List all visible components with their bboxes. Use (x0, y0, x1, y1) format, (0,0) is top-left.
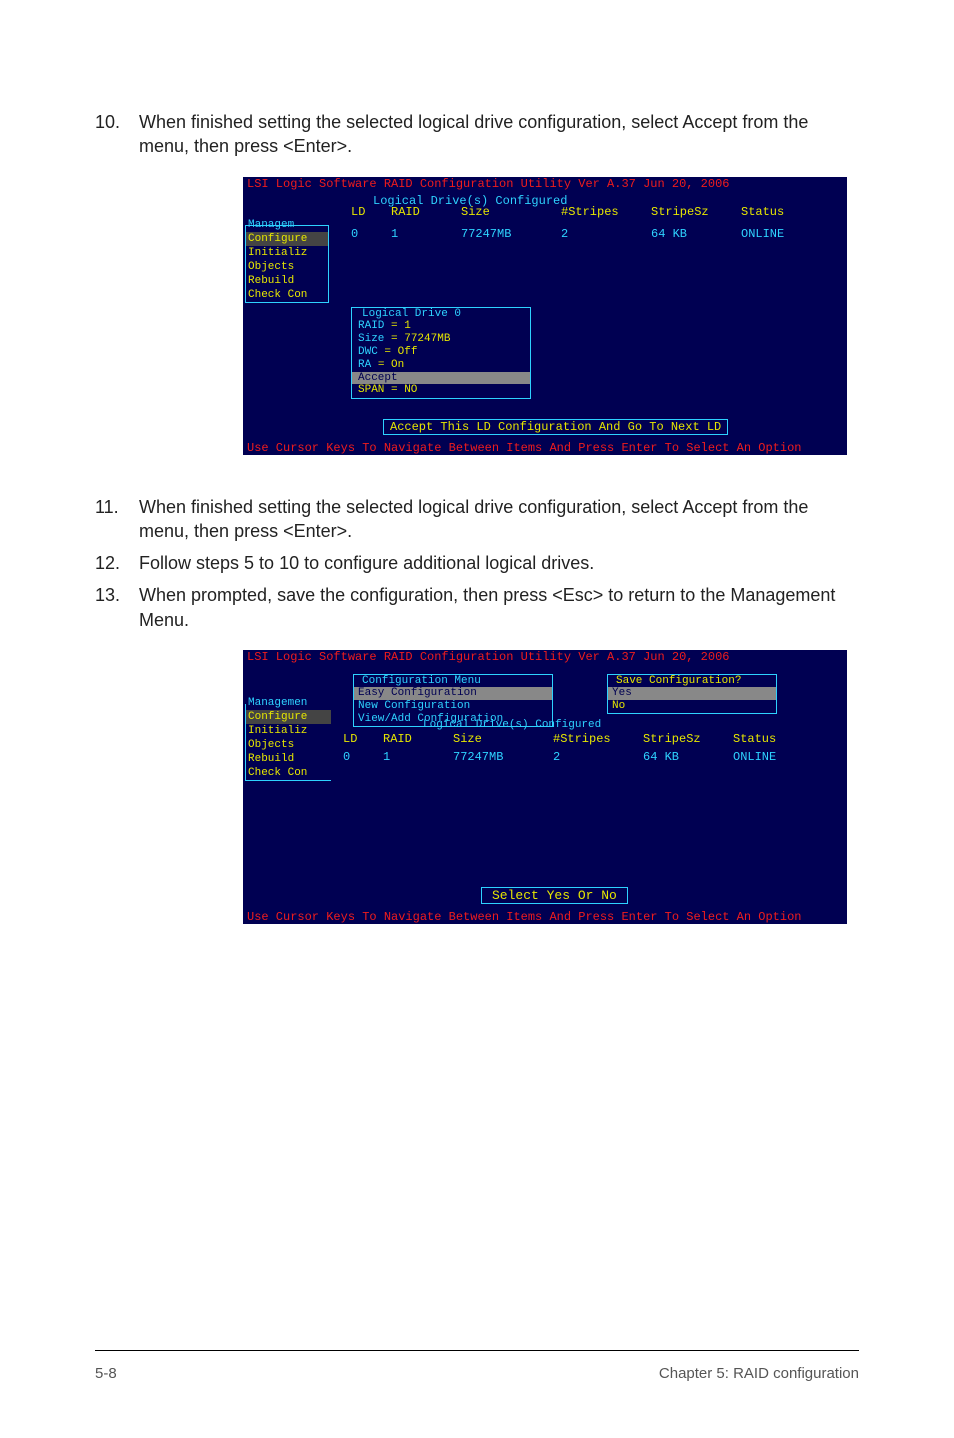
step-number: 12. (95, 551, 139, 575)
select-bar[interactable]: Select Yes Or No (481, 887, 628, 904)
side-menu-title: Managem (246, 218, 328, 232)
hdr-raid: RAID (383, 732, 453, 746)
bios-bottom-bar: Use Cursor Keys To Navigate Between Item… (243, 910, 847, 924)
cell-stripes: 2 (561, 227, 651, 241)
page-body: 10. When finished setting the selected l… (0, 0, 954, 924)
conf-new[interactable]: New Configuration (354, 700, 552, 713)
cell-stripesz: 64 KB (643, 750, 733, 764)
cell-size: 77247MB (453, 750, 553, 764)
ld-span: SPAN = NO (352, 384, 530, 396)
conf-easy[interactable]: Easy Configuration (354, 687, 552, 700)
step-13: 13. When prompted, save the configuratio… (95, 583, 859, 632)
footer-row: 5-8 Chapter 5: RAID configuration (95, 1365, 859, 1382)
menu-item-rebuild[interactable]: Rebuild (246, 752, 331, 766)
table-header: LD RAID Size #Stripes StripeSz Status (343, 732, 841, 746)
bios-title-bar: LSI Logic Software RAID Configuration Ut… (243, 177, 847, 191)
bios-screen: Logical Drive(s) Configured LD RAID Size… (243, 191, 847, 441)
ld-dwc: DWC = Off (352, 346, 530, 359)
instruction-list-2: 11. When finished setting the selected l… (95, 495, 859, 632)
bios-screenshot-1: LSI Logic Software RAID Configuration Ut… (243, 177, 847, 455)
step-11: 11. When finished setting the selected l… (95, 495, 859, 544)
table-row: 0 1 77247MB 2 64 KB ONLINE (343, 750, 841, 764)
step-text: When finished setting the selected logic… (139, 110, 859, 159)
step-12: 12. Follow steps 5 to 10 to configure ad… (95, 551, 859, 575)
menu-item-configure[interactable]: Configure (246, 710, 331, 724)
step-number: 11. (95, 495, 139, 544)
step-10: 10. When finished setting the selected l… (95, 110, 859, 159)
side-menu-title: Managemen (246, 696, 331, 710)
hdr-stripesz: StripeSz (651, 205, 741, 219)
instruction-list: 10. When finished setting the selected l… (95, 110, 859, 159)
hdr-raid: RAID (391, 205, 461, 219)
page-footer: 5-8 Chapter 5: RAID configuration (0, 1350, 954, 1382)
side-menu: Managemen Configure Initializ Objects Re… (245, 704, 331, 781)
cell-size: 77247MB (461, 227, 561, 241)
conf-menu-title: Configuration Menu (360, 675, 483, 687)
menu-item-objects[interactable]: Objects (246, 738, 331, 752)
menu-item-configure[interactable]: Configure (246, 232, 328, 246)
cell-stripes: 2 (553, 750, 643, 764)
ld-ra: RA = On (352, 359, 530, 372)
step-number: 13. (95, 583, 139, 632)
hdr-size: Size (461, 205, 561, 219)
cell-status: ONLINE (741, 227, 821, 241)
menu-item-objects[interactable]: Objects (246, 260, 328, 274)
cell-ld: 0 (343, 750, 383, 764)
cell-raid: 1 (391, 227, 461, 241)
ld-box-title: Logical Drive 0 (360, 308, 463, 320)
save-title: Save Configuration? (614, 675, 743, 687)
bios-title-bar: LSI Logic Software RAID Configuration Ut… (243, 650, 847, 664)
footer-rule (95, 1350, 859, 1351)
hdr-stripes: #Stripes (561, 205, 651, 219)
bios-screenshot-2: LSI Logic Software RAID Configuration Ut… (243, 650, 847, 924)
hdr-ld: LD (343, 732, 383, 746)
cell-raid: 1 (383, 750, 453, 764)
menu-item-initialize[interactable]: Initializ (246, 724, 331, 738)
step-number: 10. (95, 110, 139, 159)
cell-status: ONLINE (733, 750, 813, 764)
save-yes[interactable]: Yes (608, 687, 776, 700)
step-text: Follow steps 5 to 10 to configure additi… (139, 551, 859, 575)
menu-item-checkcon[interactable]: Check Con (246, 288, 328, 302)
hdr-status: Status (733, 732, 813, 746)
menu-item-initialize[interactable]: Initializ (246, 246, 328, 260)
chapter-label: Chapter 5: RAID configuration (659, 1365, 859, 1382)
hdr-ld: LD (351, 205, 391, 219)
table-row: 0 1 77247MB 2 64 KB ONLINE (351, 227, 841, 241)
save-configuration-box: Save Configuration? Yes No (607, 674, 777, 714)
cell-ld: 0 (351, 227, 391, 241)
save-no[interactable]: No (608, 700, 776, 713)
hdr-stripes: #Stripes (553, 732, 643, 746)
menu-item-checkcon[interactable]: Check Con (246, 766, 331, 780)
hdr-status: Status (741, 205, 821, 219)
logical-drive-box: Logical Drive 0 RAID = 1 Size = 77247MB … (351, 307, 531, 399)
ld-accept[interactable]: Accept (352, 372, 530, 384)
hdr-stripesz: StripeSz (643, 732, 733, 746)
table-header: LD RAID Size #Stripes StripeSz Status (351, 205, 841, 219)
ld-raid: RAID = 1 (352, 320, 530, 333)
pane-title: Logical Drive(s) Configured (423, 719, 601, 731)
accept-bar[interactable]: Accept This LD Configuration And Go To N… (383, 419, 728, 435)
step-text: When prompted, save the configuration, t… (139, 583, 859, 632)
hdr-size: Size (453, 732, 553, 746)
step-text: When finished setting the selected logic… (139, 495, 859, 544)
page-number: 5-8 (95, 1365, 117, 1382)
side-menu: Managem Configure Initializ Objects Rebu… (245, 225, 329, 303)
bios-screen: Configuration Menu Easy Configuration Ne… (243, 664, 847, 910)
ld-size: Size = 77247MB (352, 333, 530, 346)
menu-item-rebuild[interactable]: Rebuild (246, 274, 328, 288)
bios-bottom-bar: Use Cursor Keys To Navigate Between Item… (243, 441, 847, 455)
cell-stripesz: 64 KB (651, 227, 741, 241)
